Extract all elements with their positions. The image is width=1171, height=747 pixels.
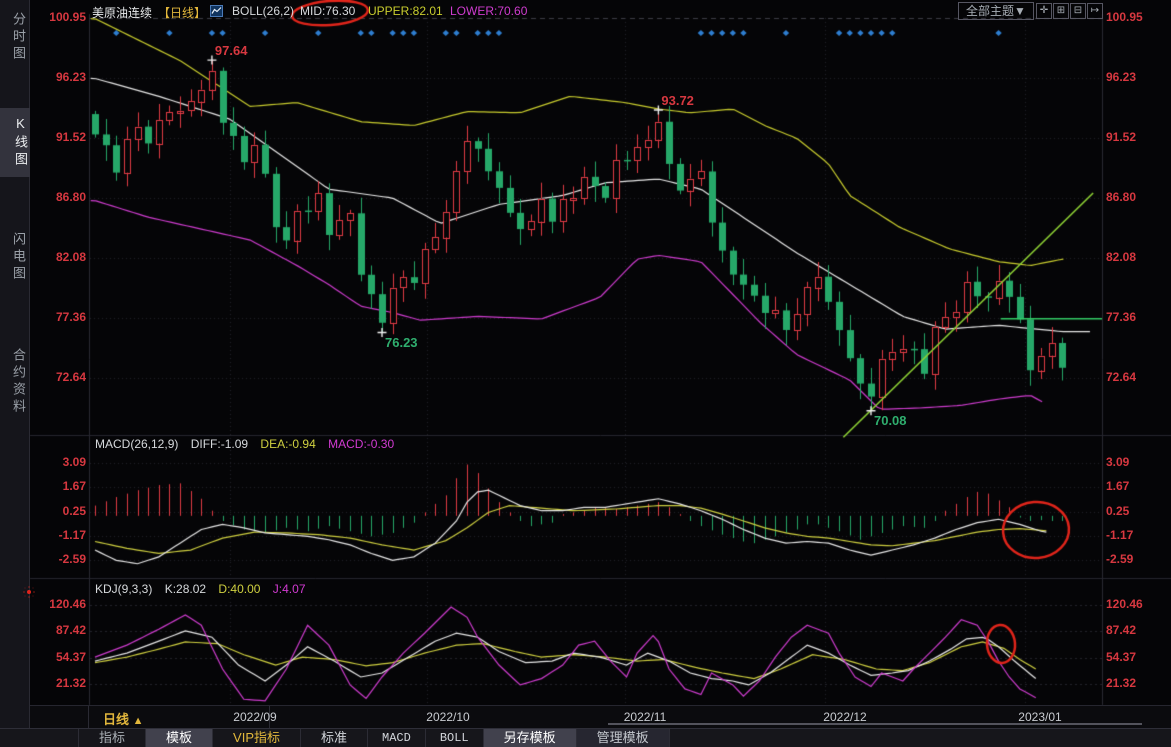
boll-mid-value: MID:76.30 <box>300 4 355 18</box>
macd-label: MACD(26,12,9) <box>95 437 178 451</box>
x-axis-row: 日线 ▲ 2022/09 2022/10 2022/11 2022/12 202… <box>30 705 1171 728</box>
tab-boll[interactable]: BOLL <box>426 729 484 747</box>
sidebar-item-kline-chart[interactable]: K线图 <box>0 108 30 177</box>
macd-macd-value: MACD:-0.30 <box>328 437 394 451</box>
x-axis-date: 2022/09 <box>233 710 276 724</box>
period-selector[interactable]: 日线 ▲ <box>103 709 144 728</box>
zoom-horizontal-icon[interactable]: ⊞ <box>1053 3 1069 19</box>
x-axis-date: 2022/10 <box>426 710 469 724</box>
x-axis-date: 2022/12 <box>823 710 866 724</box>
kdj-label: KDJ(9,3,3) <box>95 582 152 596</box>
tab-standard[interactable]: 标准 <box>301 729 368 747</box>
x-axis-date: 2023/01 <box>1018 710 1061 724</box>
sidebar-item-time-chart[interactable]: 分时图 <box>2 4 28 71</box>
kdj-j-value: J:4.07 <box>273 582 306 596</box>
scrollbar-thumb[interactable] <box>608 723 1142 725</box>
pan-right-icon[interactable]: ↦ <box>1087 3 1103 19</box>
chart-header: 美原油连续 【日线】 BOLL(26,2) MID:76.30 UPPER:82… <box>0 0 1171 22</box>
themes-dropdown[interactable]: 全部主题▼ <box>958 2 1034 20</box>
tab-vip-indicators[interactable]: VIP指标 <box>213 729 301 747</box>
pan-icon[interactable]: ✛ <box>1036 3 1052 19</box>
tab-manage-templates[interactable]: 管理模板 <box>577 729 670 747</box>
alert-marker-icon <box>23 586 35 598</box>
macd-header: MACD(26,12,9) DIFF:-1.09 DEA:-0.94 MACD:… <box>95 437 403 451</box>
macd-diff-value: DIFF:-1.09 <box>191 437 248 451</box>
boll-upper-value: UPPER:82.01 <box>368 4 443 18</box>
x-axis-date: 2022/11 <box>624 710 667 724</box>
macd-dea-value: DEA:-0.94 <box>260 437 315 451</box>
kdj-d-value: D:40.00 <box>218 582 260 596</box>
bottom-tab-bar: 指标 模板 VIP指标 标准 MACD BOLL 另存模板 管理模板 <box>0 728 1171 747</box>
line-chart-icon[interactable] <box>210 5 223 20</box>
kdj-header: KDJ(9,3,3) K:28.02 D:40.00 J:4.07 <box>95 582 315 596</box>
sidebar-item-lightning-chart[interactable]: 闪电图 <box>2 224 28 291</box>
kdj-k-value: K:28.02 <box>165 582 206 596</box>
zoom-vertical-icon[interactable]: ⊟ <box>1070 3 1086 19</box>
indicator-label: BOLL(26,2) <box>232 4 294 18</box>
chart-canvas[interactable] <box>0 0 1171 747</box>
tab-save-template[interactable]: 另存模板 <box>484 729 577 747</box>
tab-macd[interactable]: MACD <box>368 729 426 747</box>
tab-indicators[interactable]: 指标 <box>78 729 146 747</box>
sidebar-item-contract-info[interactable]: 合约资料 <box>2 340 28 424</box>
tab-templates[interactable]: 模板 <box>146 729 213 747</box>
period-tag[interactable]: 【日线】 <box>158 4 206 21</box>
boll-lower-value: LOWER:70.60 <box>450 4 527 18</box>
up-triangle-icon: ▲ <box>133 715 144 727</box>
sidebar: 分时图 K线图 闪电图 合约资料 <box>0 0 30 728</box>
instrument-title: 美原油连续 <box>92 4 152 21</box>
